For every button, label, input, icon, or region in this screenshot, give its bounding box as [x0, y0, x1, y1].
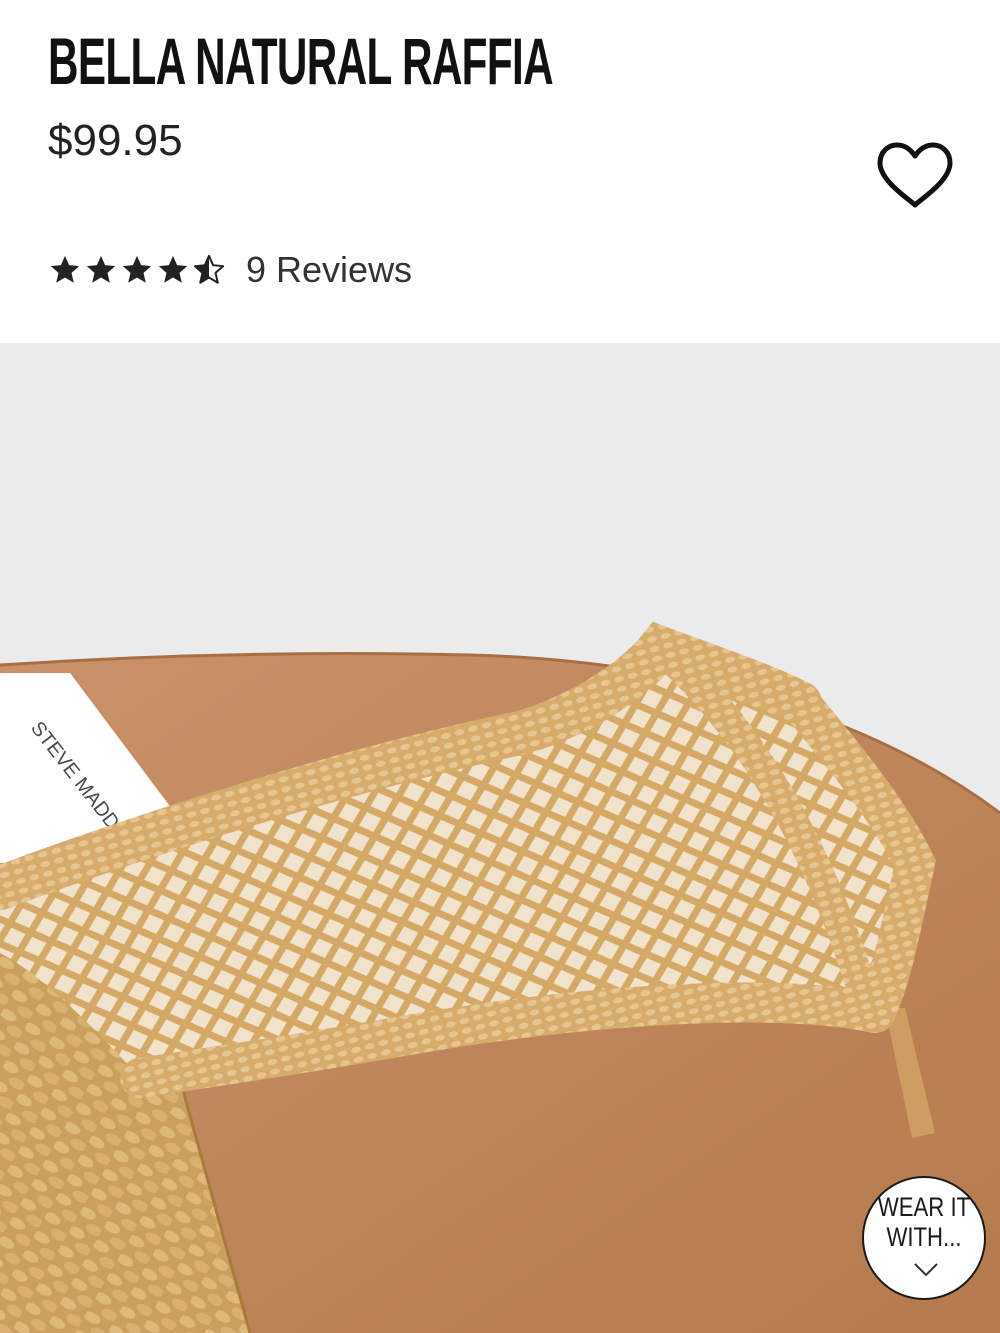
- star-half-icon: [193, 254, 225, 284]
- wear-it-with-button[interactable]: WEAR IT WITH...: [862, 1176, 986, 1300]
- wear-it-with-line1: WEAR IT: [877, 1192, 971, 1222]
- wear-it-with-line2: WITH...: [886, 1222, 962, 1252]
- product-title: BELLA NATURAL RAFFIA: [48, 24, 554, 98]
- star-icon: [158, 255, 188, 283]
- star-icon: [86, 255, 116, 283]
- product-image[interactable]: STEVE MADDEN WEAR IT WITH...: [0, 343, 1000, 1333]
- product-price: $99.95: [48, 116, 183, 165]
- product-header: BELLA NATURAL RAFFIA $99.95 9 Reviews: [0, 0, 1000, 343]
- reviews-link[interactable]: 9 Reviews: [246, 250, 412, 290]
- star-icon: [50, 255, 80, 283]
- sandal-illustration: STEVE MADDEN: [0, 343, 1000, 1333]
- star-rating: [48, 253, 226, 287]
- rating-summary[interactable]: 9 Reviews: [48, 250, 412, 290]
- heart-outline-icon[interactable]: [876, 142, 954, 210]
- star-icon: [122, 255, 152, 283]
- chevron-down-icon: [914, 1263, 938, 1277]
